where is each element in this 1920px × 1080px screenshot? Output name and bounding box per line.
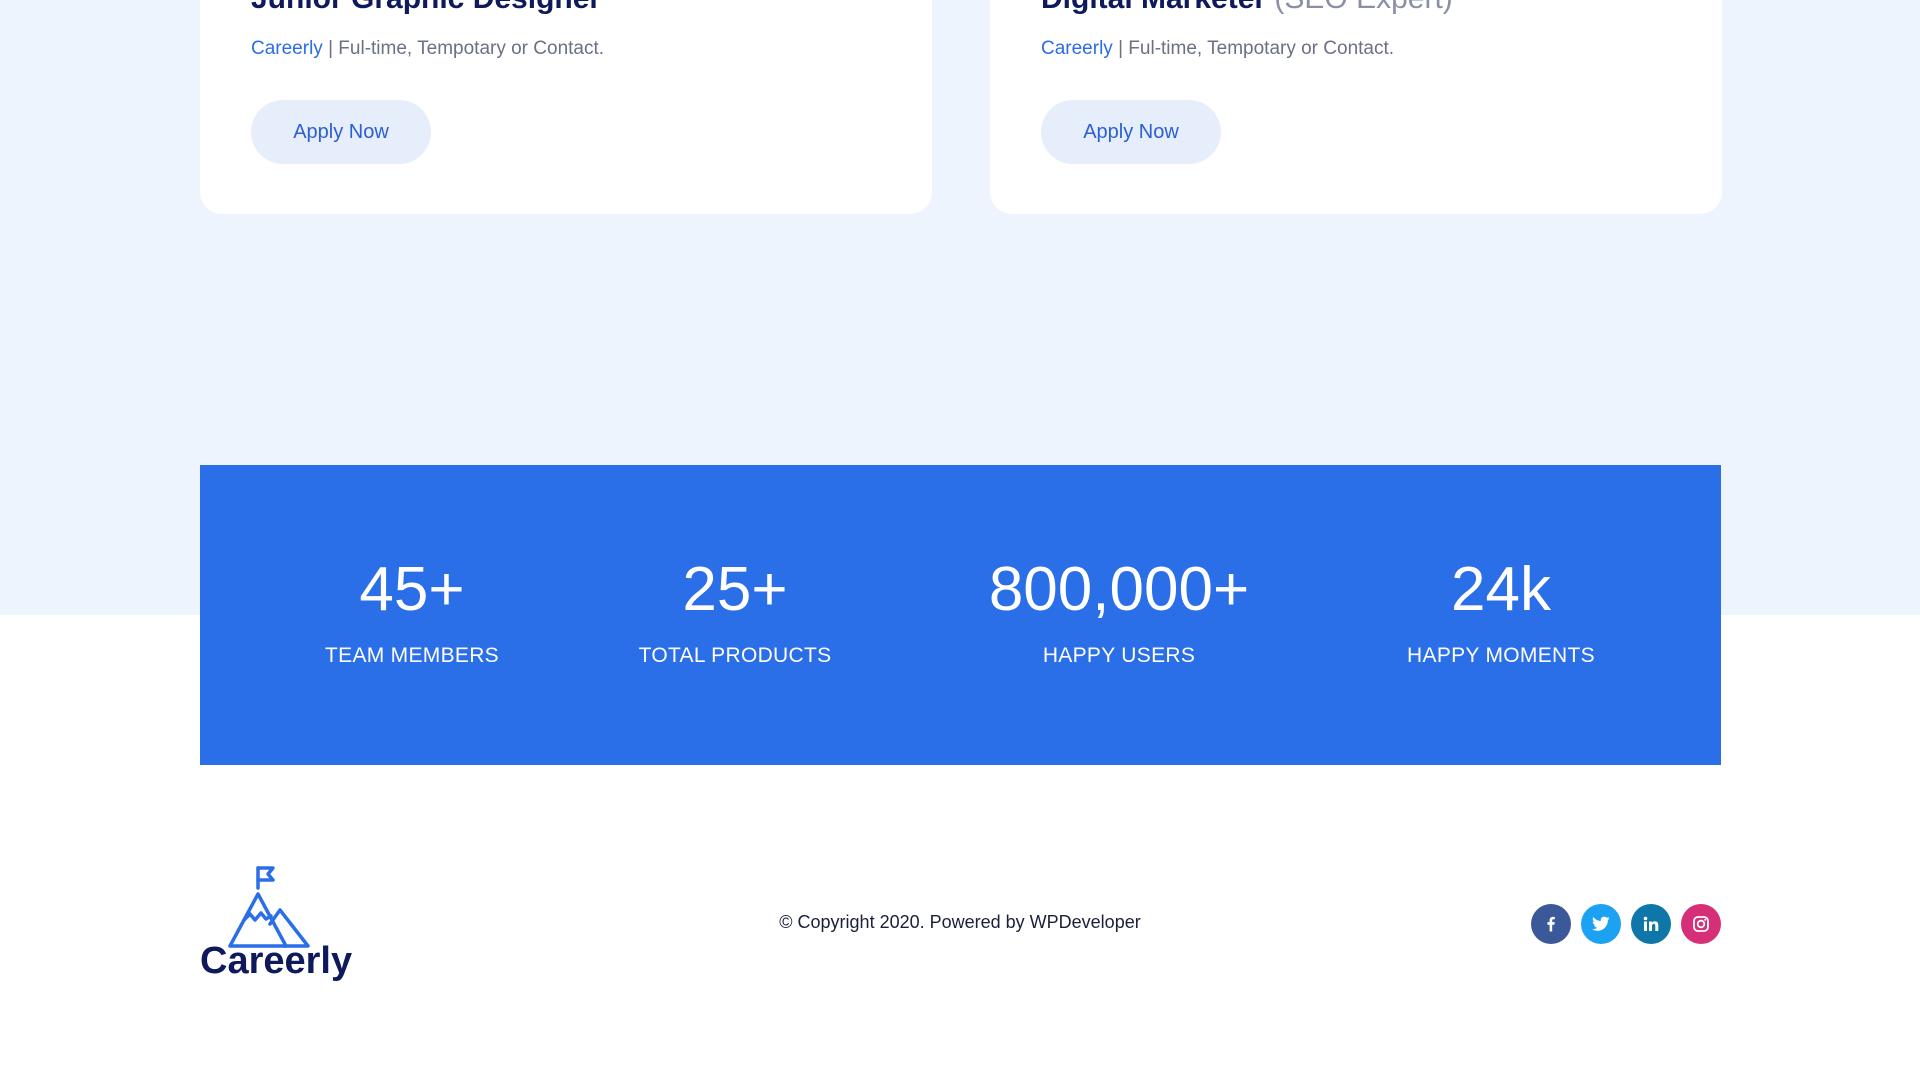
- linkedin-icon: [1643, 916, 1659, 931]
- stat-label: TEAM MEMBERS: [325, 644, 499, 667]
- stats-banner: 45+ TEAM MEMBERS 25+ TOTAL PRODUCTS 800,…: [200, 465, 1721, 765]
- apply-now-button[interactable]: Apply Now: [251, 100, 431, 164]
- job-type: | Ful-time, Tempotary or Contact.: [1112, 38, 1395, 59]
- company-link[interactable]: Careerly: [1041, 38, 1113, 59]
- logo-text: Careerly: [200, 940, 353, 982]
- job-type: | Ful-time, Tempotary or Contact.: [322, 38, 605, 59]
- instagram-icon: [1693, 916, 1709, 932]
- stat-value: 45+: [359, 555, 465, 624]
- stat-value: 25+: [682, 555, 788, 624]
- job-card: Junior Graphic Designer Careerly | Ful-t…: [200, 0, 932, 214]
- company-link[interactable]: Careerly: [251, 38, 323, 59]
- job-subtitle: (SEO Expert): [1266, 0, 1452, 15]
- job-title: Digital Marketer (SEO Expert): [1041, 0, 1453, 16]
- footer-logo[interactable]: Careerly: [200, 864, 360, 984]
- twitter-icon: [1592, 916, 1610, 931]
- stat-label: TOTAL PRODUCTS: [638, 644, 832, 667]
- copyright-text: © Copyright 2020. Powered by WPDeveloper: [779, 912, 1141, 932]
- twitter-button[interactable]: [1581, 904, 1621, 944]
- stat-value: 800,000+: [988, 555, 1250, 624]
- apply-now-button[interactable]: Apply Now: [1041, 100, 1221, 164]
- facebook-button[interactable]: [1531, 904, 1571, 944]
- stat-label: HAPPY MOMENTS: [1407, 644, 1595, 667]
- job-title: Junior Graphic Designer: [251, 0, 601, 16]
- mountain-flag-icon: [228, 866, 310, 948]
- job-card: Digital Marketer (SEO Expert) Careerly |…: [990, 0, 1722, 214]
- stat-label: HAPPY USERS: [1042, 644, 1196, 667]
- facebook-icon: [1547, 916, 1555, 932]
- instagram-button[interactable]: [1681, 904, 1721, 944]
- stat-value: 24k: [1451, 555, 1551, 624]
- job-meta: Careerly | Ful-time, Tempotary or Contac…: [1041, 38, 1394, 60]
- linkedin-button[interactable]: [1631, 904, 1671, 944]
- job-meta: Careerly | Ful-time, Tempotary or Contac…: [251, 38, 604, 60]
